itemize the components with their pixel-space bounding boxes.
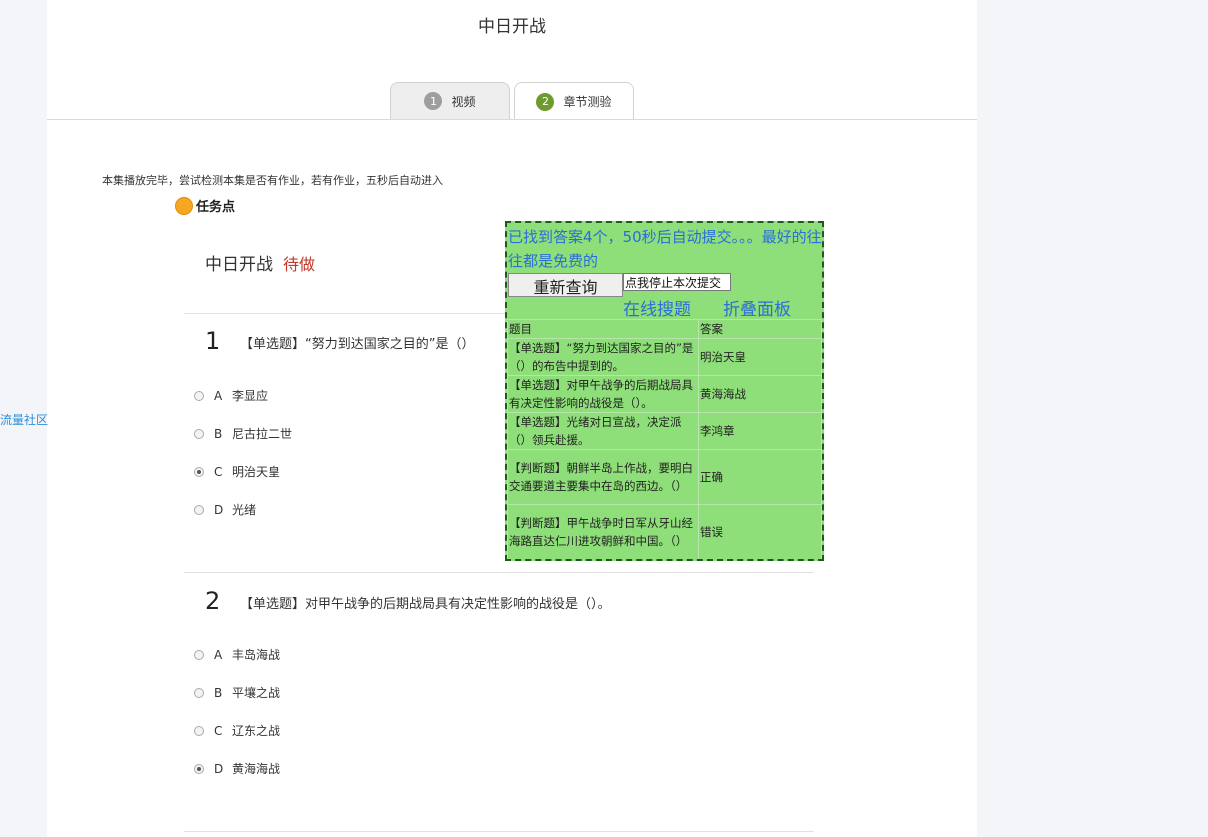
option-text: 丰岛海战 — [232, 648, 281, 662]
row-answer: 错误 — [698, 504, 822, 559]
chapter-title: 中日开战 — [205, 255, 273, 275]
table-header-row: 题目 答案 — [507, 319, 822, 339]
online-search-link[interactable]: 在线搜题 — [623, 295, 691, 320]
row-answer: 正确 — [698, 449, 822, 505]
option-text: 平壤之战 — [232, 686, 281, 700]
option-d[interactable]: D 黄海海战 — [194, 760, 280, 777]
row-answer: 李鸿章 — [698, 412, 822, 450]
row-question: 【单选题】对甲午战争的后期战局具有决定性影响的战役是（）。 — [507, 375, 699, 413]
option-letter: C — [214, 464, 223, 479]
radio-button-checked[interactable] — [194, 466, 204, 477]
row-answer: 明治天皇 — [698, 338, 822, 376]
option-a[interactable]: A 丰岛海战 — [194, 646, 280, 663]
option-letter: B — [214, 685, 223, 700]
tab-number-badge: 1 — [424, 92, 443, 110]
page-title: 中日开战 — [478, 17, 546, 37]
option-text: 明治天皇 — [232, 465, 281, 479]
row-question: 【判断题】甲午战争时日军从牙山经海路直达仁川进攻朝鲜和中国。（） — [507, 504, 699, 559]
side-community-link[interactable]: 流量社区 — [0, 411, 48, 428]
task-point-icon — [175, 196, 193, 215]
table-row: 【单选题】光绪对日宣战，决定派（）领兵赴援。 李鸿章 — [507, 412, 822, 450]
homework-notice: 本集播放完毕，尝试检测本集是否有作业，若有作业，五秒后自动进入 — [102, 174, 443, 187]
option-text: 辽东之战 — [232, 724, 281, 738]
column-header-answer: 答案 — [698, 319, 822, 339]
option-text: 黄海海战 — [232, 762, 281, 776]
option-letter: D — [214, 502, 224, 517]
question-number: 1 — [205, 327, 221, 355]
radio-button-checked[interactable] — [194, 763, 204, 774]
radio-button[interactable] — [194, 390, 204, 401]
question-text: 【单选题】对甲午战争的后期战局具有决定性影响的战役是（）。 — [240, 597, 611, 612]
panel-message: 已找到答案4个，50秒后自动提交。。。最好的往往都是免费的 — [508, 228, 822, 270]
radio-button[interactable] — [194, 649, 204, 660]
question-text: 【单选题】“努力到达国家之目的”是（） — [240, 337, 475, 352]
column-header-question: 题目 — [507, 319, 699, 339]
row-question: 【单选题】“努力到达国家之目的”是（）的布告中提到的。 — [507, 338, 699, 376]
tab-label: 章节测验 — [563, 95, 612, 109]
table-row: 【判断题】甲午战争时日军从牙山经海路直达仁川进攻朝鲜和中国。（） 错误 — [507, 504, 822, 559]
option-letter: B — [214, 426, 223, 441]
option-text: 李显应 — [232, 389, 269, 403]
row-question: 【单选题】光绪对日宣战，决定派（）领兵赴援。 — [507, 412, 699, 450]
tab-video[interactable]: 1 视频 — [390, 82, 510, 119]
table-row: 【单选题】“努力到达国家之目的”是（）的布告中提到的。 明治天皇 — [507, 338, 822, 376]
option-d[interactable]: D 光绪 — [194, 501, 256, 518]
radio-button[interactable] — [194, 428, 204, 439]
divider — [184, 572, 814, 573]
option-letter: D — [214, 761, 224, 776]
requery-button[interactable]: 重新查询 — [508, 273, 623, 297]
radio-button[interactable] — [194, 504, 204, 515]
tab-chapter-quiz[interactable]: 2 章节测验 — [514, 82, 634, 120]
task-point-label: 任务点 — [196, 200, 236, 215]
divider — [184, 831, 814, 832]
option-letter: C — [214, 723, 223, 738]
option-text: 光绪 — [232, 503, 257, 517]
option-b[interactable]: B 平壤之战 — [194, 684, 280, 701]
chapter-heading: 中日开战 待做 — [205, 250, 315, 275]
task-point-header: 任务点 — [175, 196, 235, 215]
radio-button[interactable] — [194, 725, 204, 736]
stop-submit-button[interactable]: 点我停止本次提交 — [623, 273, 731, 291]
option-letter: A — [214, 647, 223, 662]
radio-button[interactable] — [194, 687, 204, 698]
option-c[interactable]: C 明治天皇 — [194, 463, 280, 480]
status-badge: 待做 — [283, 255, 316, 274]
fold-panel-link[interactable]: 折叠面板 — [723, 295, 791, 320]
option-a[interactable]: A 李显应 — [194, 387, 268, 404]
option-letter: A — [214, 388, 223, 403]
answer-helper-panel: 已找到答案4个，50秒后自动提交。。。最好的往往都是免费的 重新查询 点我停止本… — [505, 221, 824, 561]
table-row: 【单选题】对甲午战争的后期战局具有决定性影响的战役是（）。 黄海海战 — [507, 375, 822, 413]
tab-label: 视频 — [451, 94, 476, 109]
row-answer: 黄海海战 — [698, 375, 822, 413]
option-text: 尼古拉二世 — [232, 427, 293, 441]
table-row: 【判断题】朝鲜半岛上作战，要明白交通要道主要集中在岛的西边。（） 正确 — [507, 449, 822, 505]
tab-number-badge: 2 — [536, 92, 555, 111]
tab-divider — [47, 119, 977, 120]
option-b[interactable]: B 尼古拉二世 — [194, 425, 292, 442]
question-number: 2 — [205, 587, 221, 615]
answer-table: 题目 答案 【单选题】“努力到达国家之目的”是（）的布告中提到的。 明治天皇 【… — [507, 319, 822, 559]
row-question: 【判断题】朝鲜半岛上作战，要明白交通要道主要集中在岛的西边。（） — [507, 449, 699, 505]
option-c[interactable]: C 辽东之战 — [194, 722, 280, 739]
